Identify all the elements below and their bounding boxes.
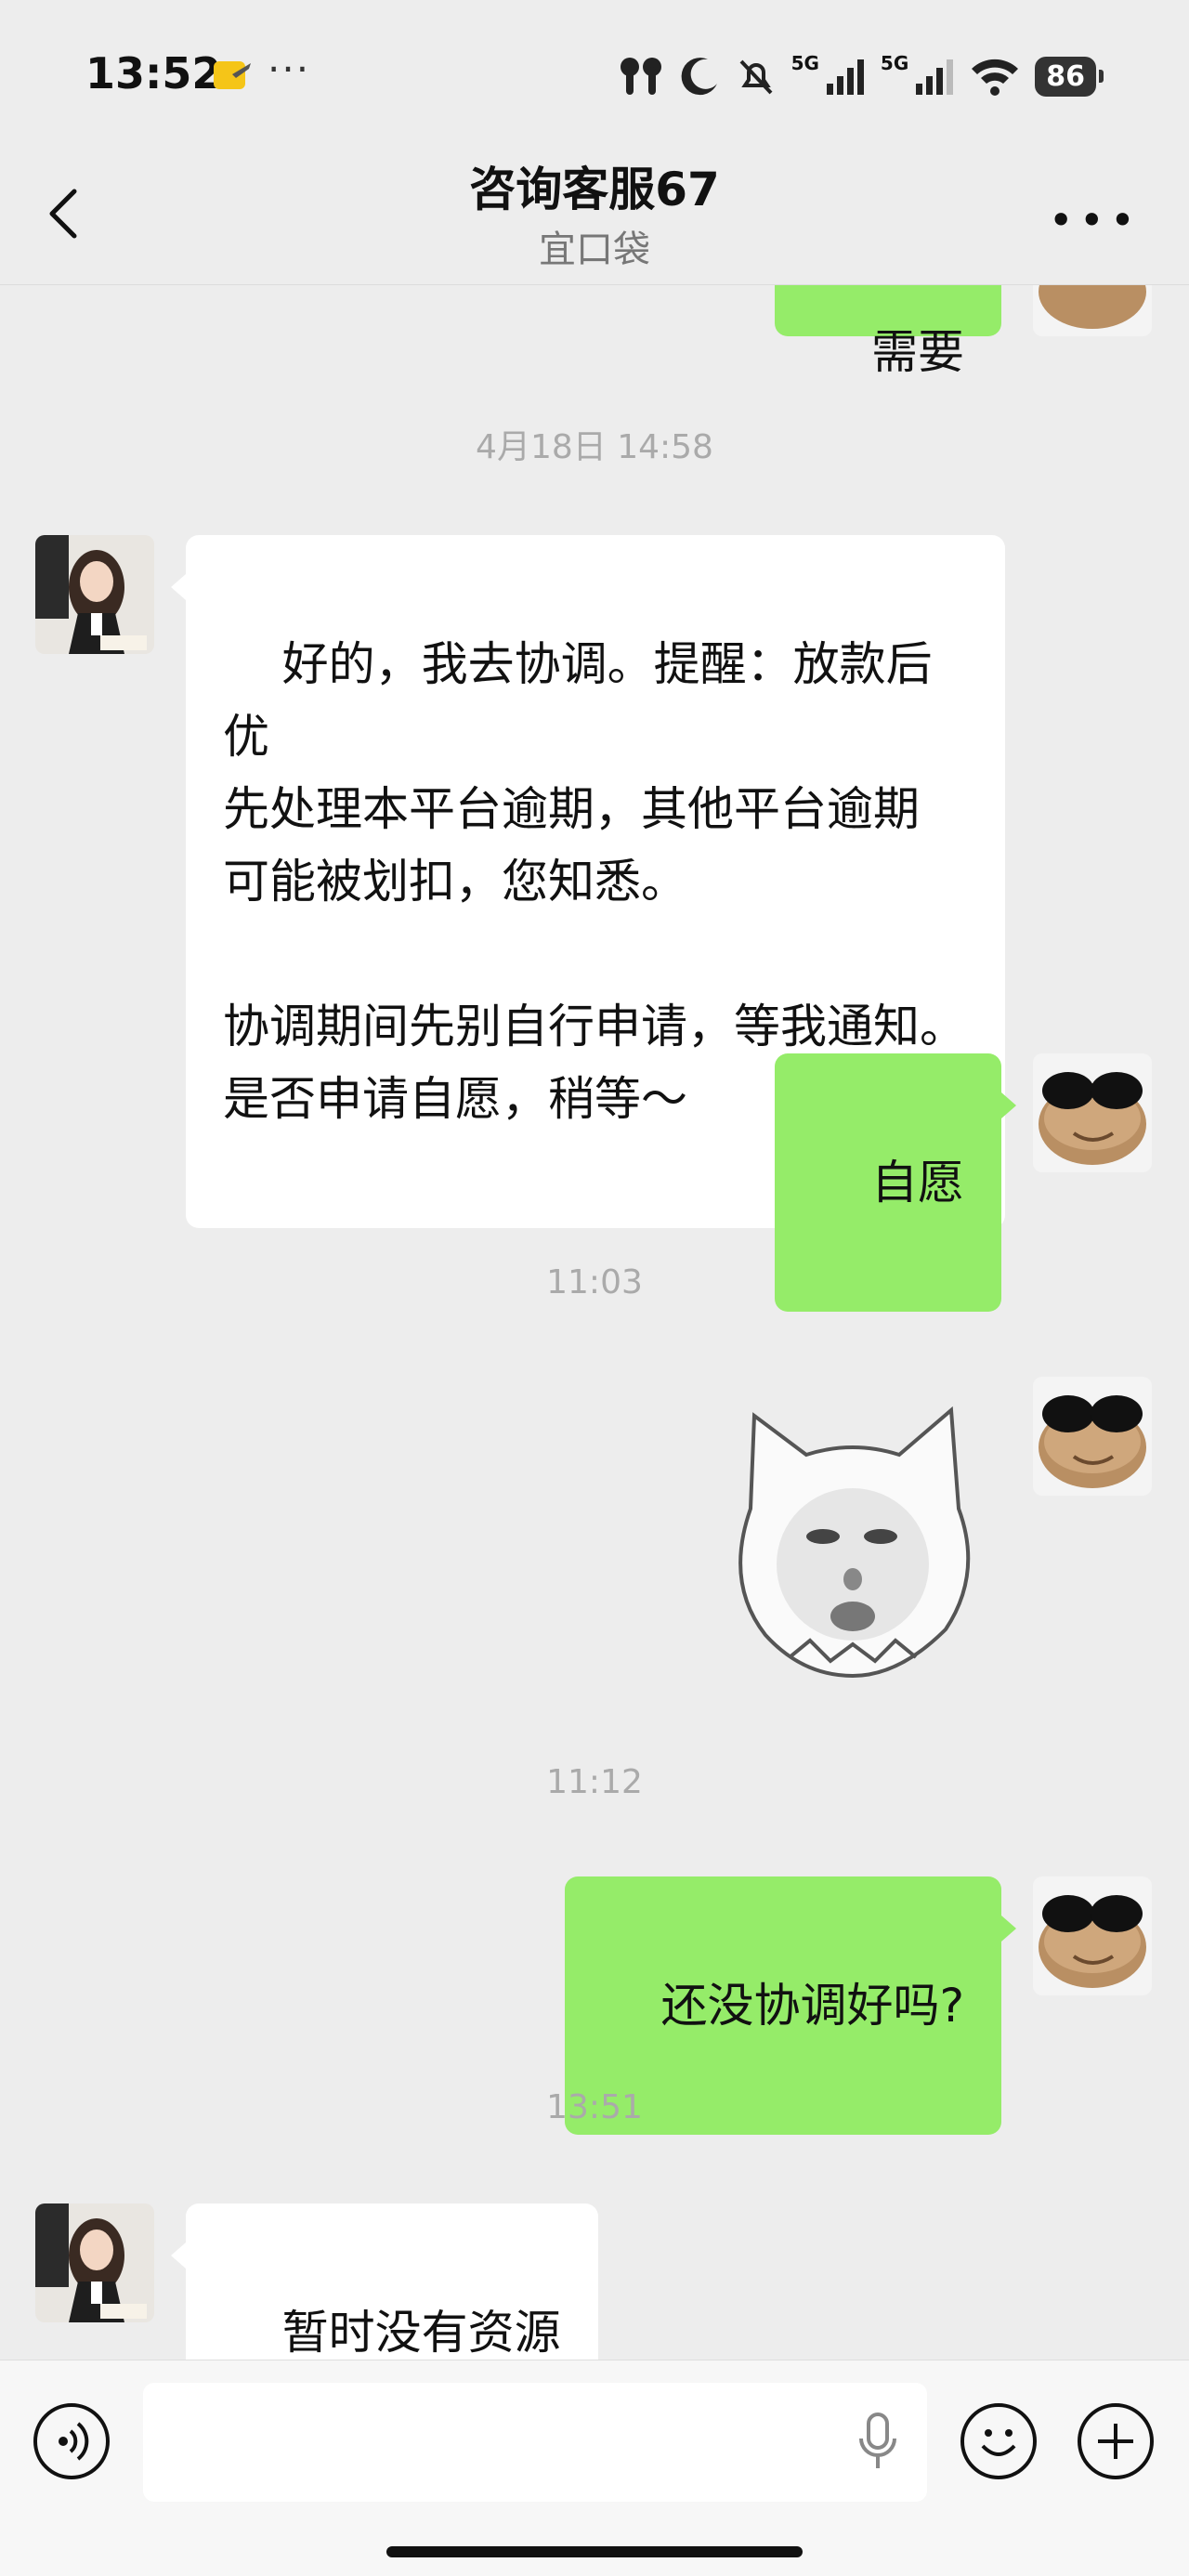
signal-2-tag: 5G: [880, 52, 909, 74]
message-text: 需要: [871, 325, 964, 379]
message-bubble-partial[interactable]: 需要: [775, 284, 1001, 379]
cat-face-sticker[interactable]: [713, 1397, 992, 1681]
moon-icon: [681, 58, 717, 96]
agent-avatar[interactable]: [35, 2203, 154, 2322]
sunglasses-avatar-icon: [1033, 1053, 1152, 1172]
sunglasses-avatar-icon: [1033, 284, 1152, 336]
message-bubble-incoming[interactable]: 暂时没有资源: [171, 2203, 598, 2360]
timestamp: 13:51: [546, 2088, 643, 2126]
chat-subtitle: 宜口袋: [539, 229, 650, 271]
message-text: 自愿: [871, 1156, 964, 1210]
emoji-icon[interactable]: [960, 2403, 1037, 2479]
earbuds-icon: [620, 58, 661, 95]
plus-icon[interactable]: [1078, 2403, 1154, 2479]
more-dots-icon[interactable]: •••: [1049, 195, 1141, 245]
app-notification-icon: [214, 61, 251, 89]
status-more-dots: ···: [268, 46, 311, 92]
agent-avatar-icon: [35, 2203, 154, 2322]
signal-1-tag: 5G: [790, 52, 819, 74]
message-input[interactable]: [143, 2383, 927, 2502]
timestamp: 4月18日 14:58: [476, 428, 713, 466]
my-avatar[interactable]: [1033, 284, 1152, 336]
mute-bell-icon: [739, 59, 773, 95]
signal-1-icon: [826, 59, 864, 95]
my-avatar[interactable]: [1033, 1377, 1152, 1496]
status-indicators: 5G 5G 86: [617, 52, 1104, 100]
voice-icon[interactable]: [33, 2403, 110, 2479]
status-bar: 13:52 ··· 5G 5G 86: [0, 0, 1189, 139]
signal-2-icon: [916, 59, 954, 95]
status-time: 13:52: [85, 48, 222, 98]
plus-glyph: [1098, 2424, 1133, 2459]
sunglasses-avatar-icon: [1033, 1377, 1152, 1496]
smile-glyph: [981, 2429, 1016, 2456]
voice-waves-glyph: [59, 2422, 89, 2461]
chat-header: 咨询客服67 宜口袋 •••: [0, 139, 1189, 285]
message-text: 还没协调好吗?: [660, 1979, 964, 2033]
my-avatar[interactable]: [1033, 1053, 1152, 1172]
mic-icon[interactable]: [856, 2411, 899, 2474]
chat-title: 咨询客服67: [469, 163, 720, 216]
timestamp: 11:12: [546, 1763, 643, 1801]
message-list[interactable]: 需要 4月18日 14:58 好的，我去协调。提醒：放款后优 先处理本平台逾期，…: [0, 284, 1189, 2360]
agent-avatar[interactable]: [35, 535, 154, 654]
sunglasses-avatar-icon: [1033, 1876, 1152, 1995]
message-text: 暂时没有资源: [281, 2306, 561, 2360]
timestamp: 11:03: [546, 1263, 643, 1301]
home-indicator[interactable]: [386, 2546, 803, 2557]
wifi-icon: [972, 59, 1019, 96]
battery-level: 86: [1035, 56, 1104, 97]
input-bar: [0, 2360, 1189, 2576]
agent-avatar-icon: [35, 535, 154, 654]
my-avatar[interactable]: [1033, 1876, 1152, 1995]
